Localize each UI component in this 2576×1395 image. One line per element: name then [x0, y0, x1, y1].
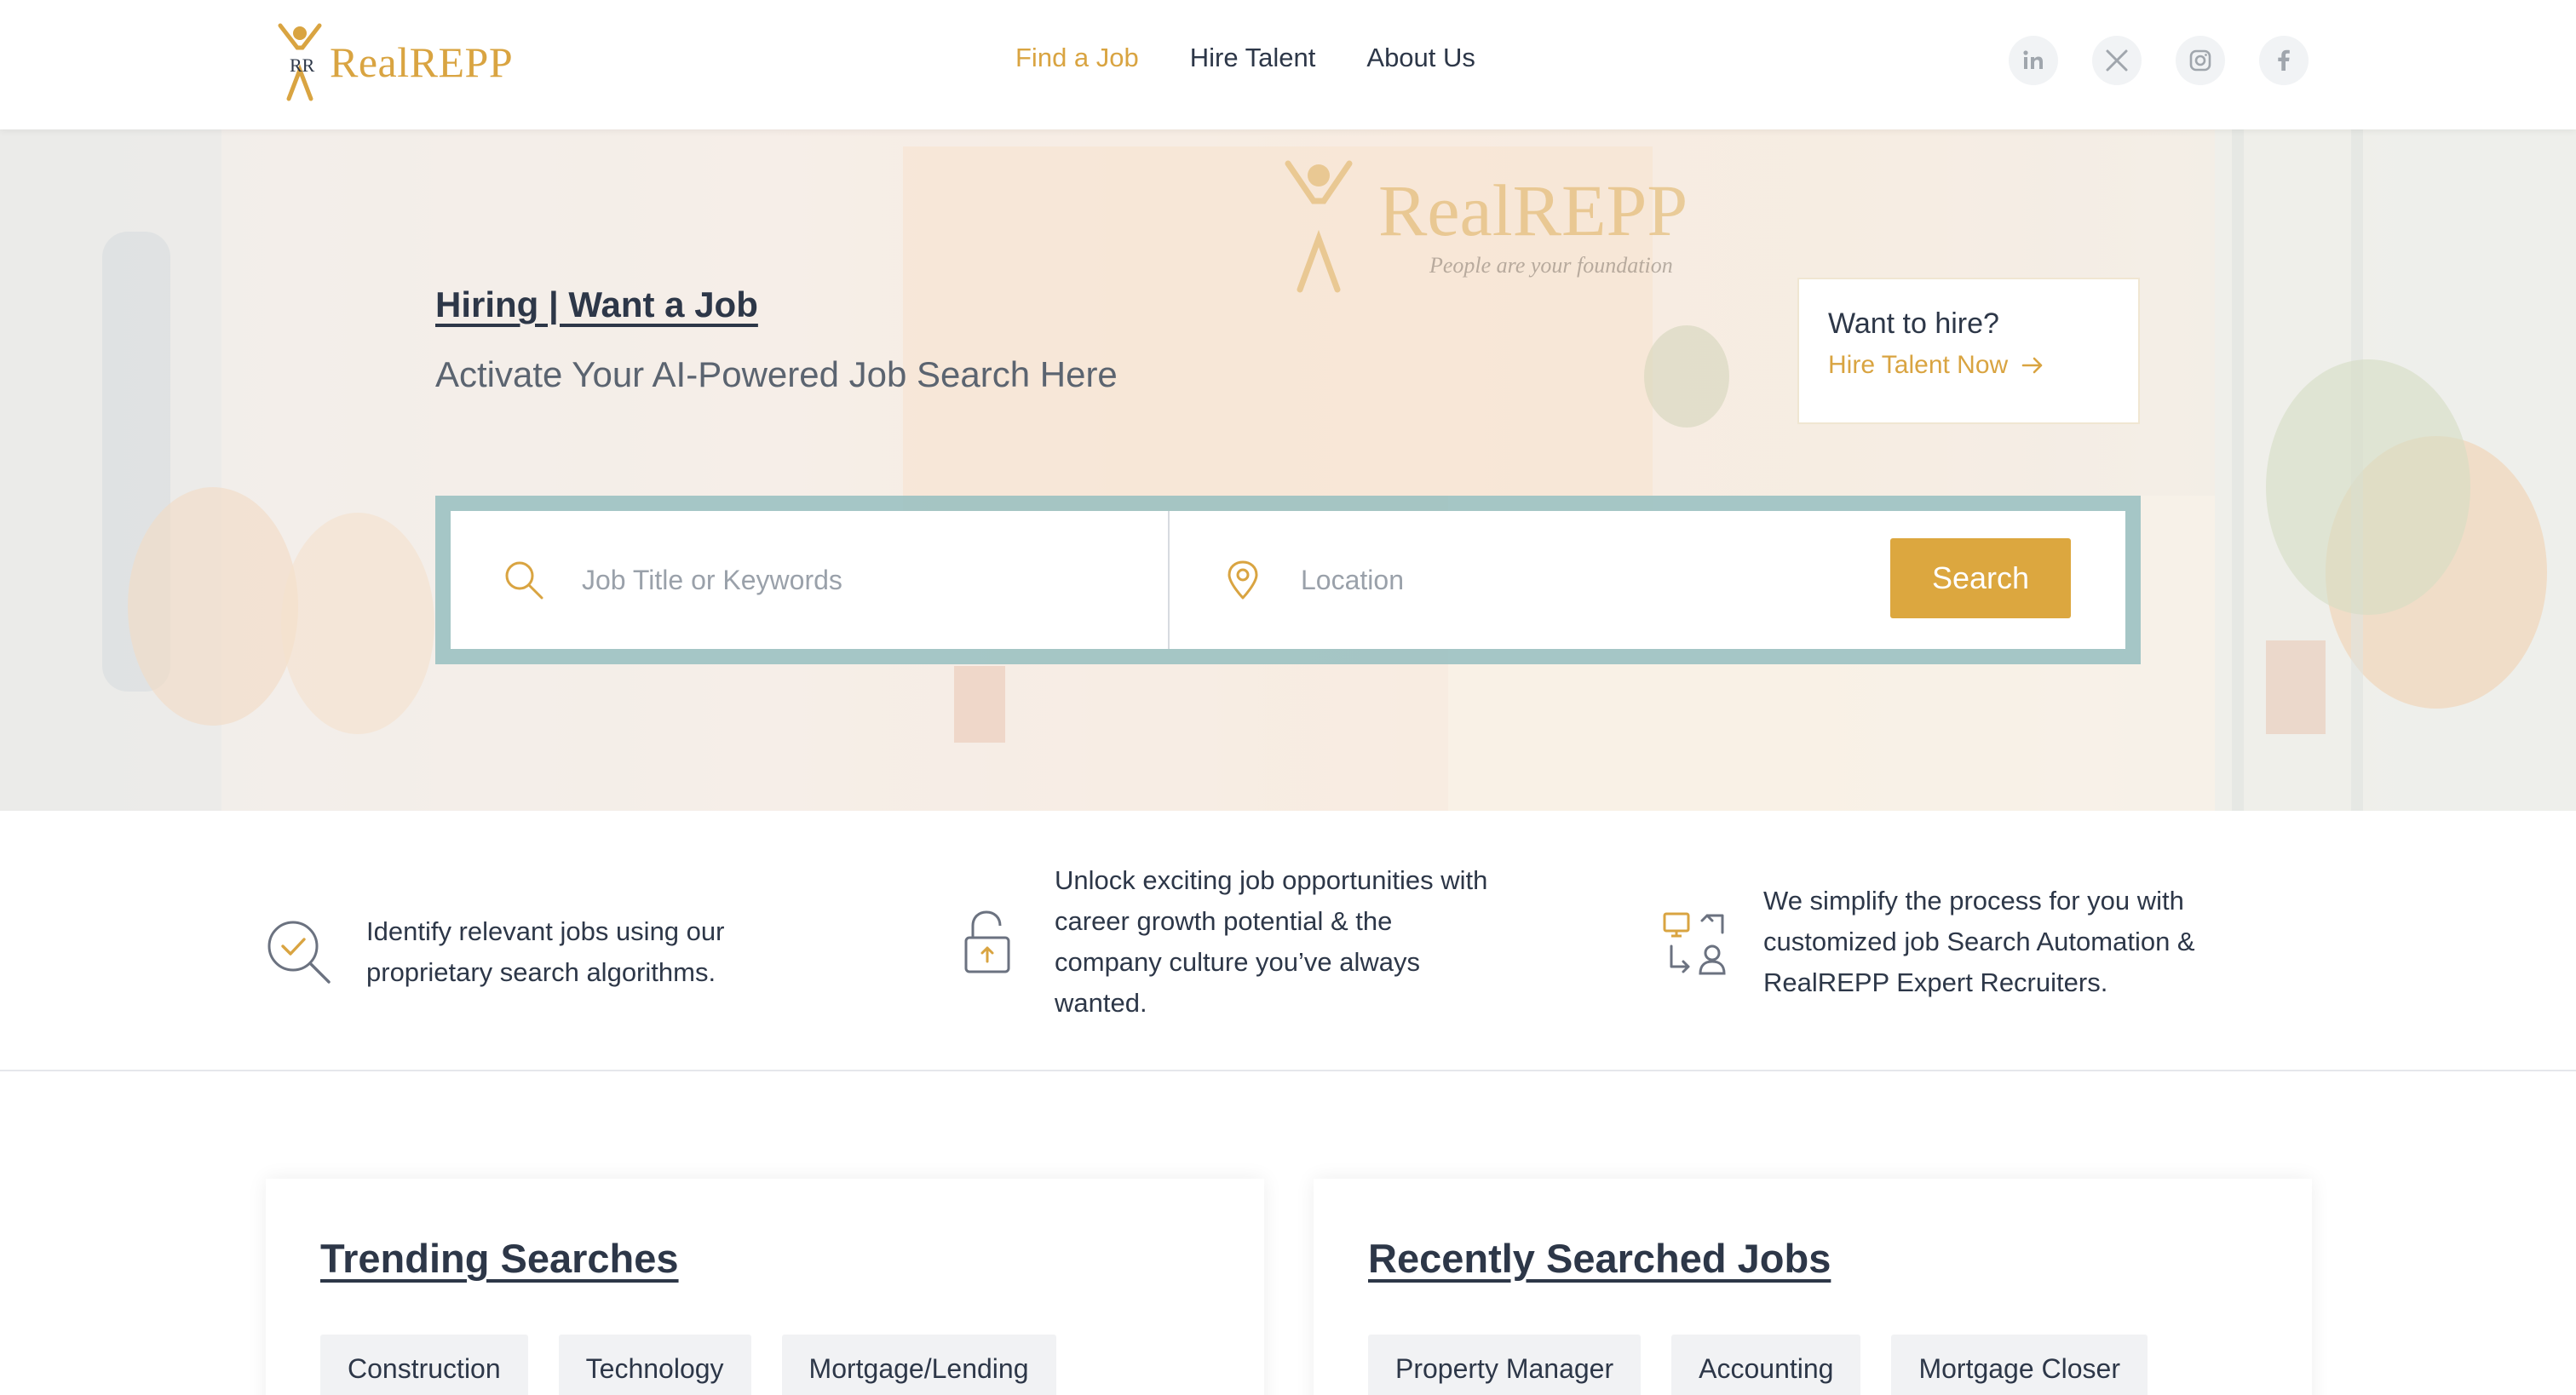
feature-search-automation: We simplify the process for you with cus… — [1661, 881, 2195, 1003]
facebook-icon[interactable] — [2259, 36, 2309, 85]
location-pin-icon — [1228, 560, 1258, 600]
keyword-field — [451, 511, 1170, 649]
automation-icon — [1663, 912, 1726, 975]
feature-search-algorithms: Identify relevant jobs using our proprie… — [264, 911, 724, 993]
features-strip: Identify relevant jobs using our proprie… — [0, 811, 2576, 1071]
trending-chips: Construction Technology Mortgage/Lending — [320, 1335, 1210, 1395]
search-button[interactable]: Search — [1890, 538, 2071, 618]
feature-line: wanted. — [1055, 988, 1147, 1018]
brand-logo[interactable]: RR RealREPP — [277, 22, 513, 102]
job-search-bar: Search — [435, 496, 2141, 664]
location-field: Search — [1170, 511, 2125, 649]
location-input[interactable] — [1301, 564, 1744, 596]
feature-line: company culture you’ve always — [1055, 947, 1421, 977]
feature-line: Identify relevant jobs using our — [366, 916, 725, 946]
nav-hire-talent[interactable]: Hire Talent — [1190, 39, 1316, 77]
trending-chip[interactable]: Mortgage/Lending — [781, 1335, 1056, 1395]
trending-searches-title: Trending Searches — [320, 1236, 679, 1281]
search-form: Search — [451, 511, 2125, 649]
main-nav: Find a Job Hire Talent About Us — [1015, 39, 1527, 77]
recently-searched-title: Recently Searched Jobs — [1368, 1236, 1831, 1281]
watermark-brand-text: RealREPP — [1378, 169, 1688, 251]
search-icon — [505, 561, 543, 600]
linkedin-icon[interactable] — [2009, 36, 2058, 85]
nav-about-us[interactable]: About Us — [1366, 39, 1475, 77]
trending-searches-card: Trending Searches Construction Technolog… — [266, 1179, 1264, 1395]
svg-text:RR: RR — [290, 55, 315, 76]
feature-line: proprietary search algorithms. — [366, 957, 716, 987]
hire-talent-now-label: Hire Talent Now — [1828, 351, 2009, 379]
feature-text: We simplify the process for you with cus… — [1763, 881, 2195, 1003]
arrow-right-icon — [2021, 357, 2043, 374]
feature-text: Unlock exciting job opportunities with c… — [1055, 860, 1487, 1024]
feature-line: Unlock exciting job opportunities with — [1055, 865, 1488, 895]
search-check-icon — [267, 921, 331, 984]
instagram-icon[interactable] — [2176, 36, 2225, 85]
logo-figure-icon: RR — [278, 23, 322, 101]
recent-chips: Property Manager Accounting Mortgage Clo… — [1368, 1335, 2257, 1395]
feature-line: customized job Search Automation & — [1763, 927, 2195, 956]
feature-text: Identify relevant jobs using our proprie… — [366, 911, 724, 993]
recent-chip[interactable]: Accounting — [1671, 1335, 1861, 1395]
keyword-input[interactable] — [582, 564, 1025, 596]
watermark-tagline: People are your foundation — [1429, 253, 1673, 278]
trending-chip[interactable]: Technology — [558, 1335, 751, 1395]
recently-searched-jobs-card: Recently Searched Jobs Property Manager … — [1314, 1179, 2312, 1395]
hire-card-title: Want to hire? — [1828, 307, 1999, 340]
x-twitter-icon[interactable] — [2092, 36, 2142, 85]
hero-subtitle: Activate Your AI-Powered Job Search Here — [435, 354, 1118, 394]
feature-unlock-opportunities: Unlock exciting job opportunities with c… — [952, 860, 1487, 1024]
want-to-hire-card: Want to hire? Hire Talent Now — [1797, 278, 2140, 424]
feature-line: RealREPP Expert Recruiters. — [1763, 967, 2108, 997]
hero-section: RealREPP People are your foundation Hiri… — [0, 129, 2576, 811]
recent-chip[interactable]: Property Manager — [1368, 1335, 1642, 1395]
hire-talent-now-link[interactable]: Hire Talent Now — [1828, 351, 2109, 380]
hero-title[interactable]: Hiring | Want a Job — [435, 284, 758, 325]
recent-chip[interactable]: Mortgage Closer — [1891, 1335, 2148, 1395]
wall-logo-watermark: RealREPP People are your foundation — [1285, 160, 1688, 293]
site-header: RR RealREPP Find a Job Hire Talent About… — [0, 0, 2576, 129]
unlock-icon — [964, 910, 1010, 973]
trending-chip[interactable]: Construction — [320, 1335, 528, 1395]
nav-find-a-job[interactable]: Find a Job — [1015, 39, 1139, 77]
brand-name: RealREPP — [330, 38, 514, 86]
social-links — [2009, 36, 2343, 85]
feature-line: We simplify the process for you with — [1763, 886, 2184, 916]
feature-line: career growth potential & the — [1055, 906, 1393, 936]
